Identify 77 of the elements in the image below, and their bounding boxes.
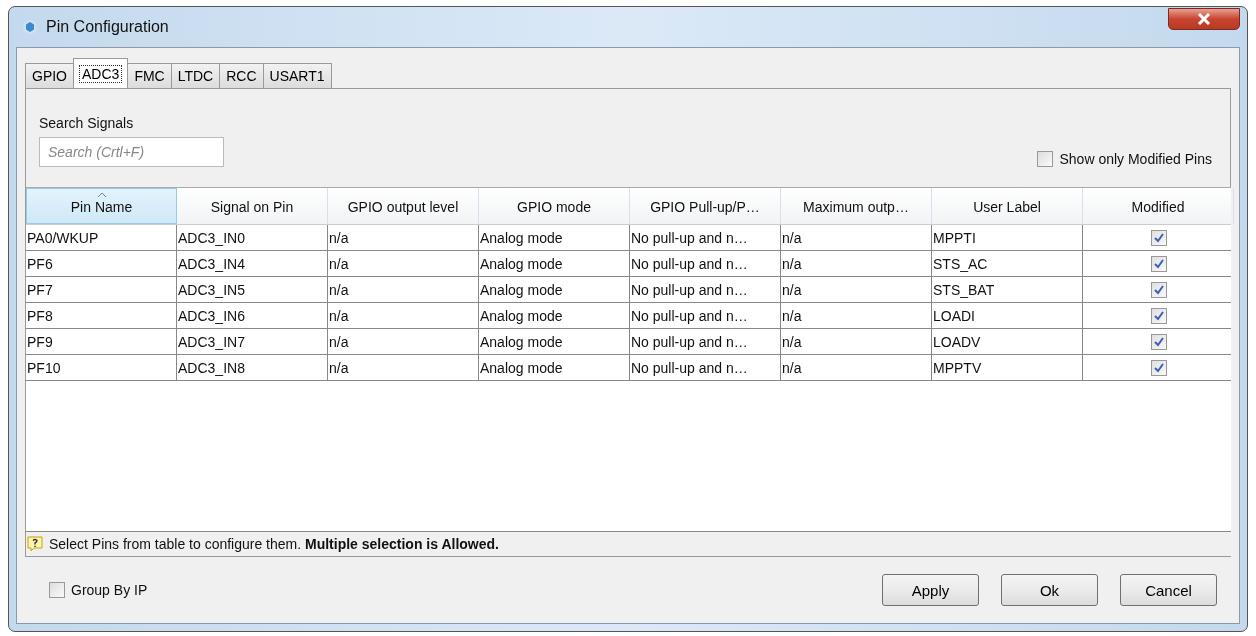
column-header[interactable]: Pin Name: [26, 188, 177, 224]
checkbox[interactable]: [49, 582, 65, 598]
tab[interactable]: ADC3: [73, 58, 129, 88]
app-icon: [22, 19, 38, 35]
table-cell: n/a: [328, 355, 479, 380]
close-button[interactable]: [1168, 8, 1240, 30]
dialog-button[interactable]: Apply: [882, 574, 979, 606]
table-cell: n/a: [328, 225, 479, 250]
help-icon: [27, 536, 43, 552]
table-cell: n/a: [781, 355, 932, 380]
table-cell: No pull-up and n…: [630, 225, 781, 250]
table-cell: ADC3_IN0: [177, 225, 328, 250]
table-cell: n/a: [781, 329, 932, 354]
table-cell: PF10: [26, 355, 177, 380]
table-cell: MPPTV: [932, 355, 1083, 380]
table-cell: No pull-up and n…: [630, 277, 781, 302]
checkbox-label: Group By IP: [71, 582, 148, 598]
search-label: Search Signals: [39, 115, 135, 131]
table-cell: n/a: [328, 329, 479, 354]
table-cell: No pull-up and n…: [630, 251, 781, 276]
table-cell: Analog mode: [479, 225, 630, 250]
table-cell: No pull-up and n…: [630, 303, 781, 328]
table-cell: PF9: [26, 329, 177, 354]
table-cell: Analog mode: [479, 251, 630, 276]
table-cell: PF7: [26, 277, 177, 302]
column-header[interactable]: Signal on Pin: [177, 188, 328, 224]
tab[interactable]: RCC: [219, 63, 264, 88]
table-cell: MPPTI: [932, 225, 1083, 250]
tab[interactable]: LTDC: [170, 63, 221, 88]
table-cell: Analog mode: [479, 355, 630, 380]
table-cell: ADC3_IN4: [177, 251, 328, 276]
search-field[interactable]: Search (Crtl+F): [39, 137, 224, 167]
column-header[interactable]: GPIO mode: [479, 188, 630, 224]
table-cell: LOADI: [932, 303, 1083, 328]
table-cell: n/a: [781, 225, 932, 250]
table-cell: STS_BAT: [932, 277, 1083, 302]
checkbox-label: Show only Modified Pins: [1059, 151, 1212, 167]
column-header[interactable]: GPIO output level: [328, 188, 479, 224]
table-cell: ADC3_IN6: [177, 303, 328, 328]
table-cell: PA0/WKUP: [26, 225, 177, 250]
checkbox[interactable]: [1037, 151, 1054, 167]
table-cell: PF8: [26, 303, 177, 328]
column-header[interactable]: Modified: [1083, 188, 1234, 224]
hint-text: Select Pins from table to configure them. Multiple selection is Allowed.: [49, 536, 499, 552]
dialog-button[interactable]: Cancel: [1120, 574, 1217, 606]
table-cell: No pull-up and n…: [630, 329, 781, 354]
table-cell: n/a: [781, 303, 932, 328]
checkbox[interactable]: [1151, 281, 1167, 298]
tab[interactable]: FMC: [127, 63, 172, 88]
checkbox[interactable]: [1151, 255, 1167, 272]
table-cell: ADC3_IN5: [177, 277, 328, 302]
dialog-button[interactable]: Ok: [1001, 574, 1098, 606]
window-title: Pin Configuration: [46, 18, 170, 36]
table-cell: No pull-up and n…: [630, 355, 781, 380]
tab[interactable]: GPIO: [25, 63, 74, 88]
table-cell: STS_AC: [932, 251, 1083, 276]
table-cell: Analog mode: [479, 277, 630, 302]
column-header[interactable]: User Label: [932, 188, 1083, 224]
checkbox[interactable]: [1151, 307, 1167, 324]
table-cell: ADC3_IN7: [177, 329, 328, 354]
table-cell: n/a: [328, 277, 479, 302]
table-cell: ADC3_IN8: [177, 355, 328, 380]
table-cell: n/a: [781, 277, 932, 302]
tab[interactable]: USART1: [262, 63, 332, 88]
checkbox[interactable]: [1151, 333, 1167, 350]
table-cell: Analog mode: [479, 303, 630, 328]
table-cell: PF6: [26, 251, 177, 276]
close-icon: [1197, 13, 1211, 25]
checkbox[interactable]: [1151, 229, 1167, 246]
table-cell: n/a: [328, 303, 479, 328]
column-header[interactable]: Maximum outp…: [781, 188, 932, 224]
checkbox[interactable]: [1151, 359, 1167, 376]
table-cell: n/a: [328, 251, 479, 276]
table-cell: n/a: [781, 251, 932, 276]
column-header[interactable]: GPIO Pull-up/P…: [630, 188, 781, 224]
table-cell: Analog mode: [479, 329, 630, 354]
table-cell: LOADV: [932, 329, 1083, 354]
